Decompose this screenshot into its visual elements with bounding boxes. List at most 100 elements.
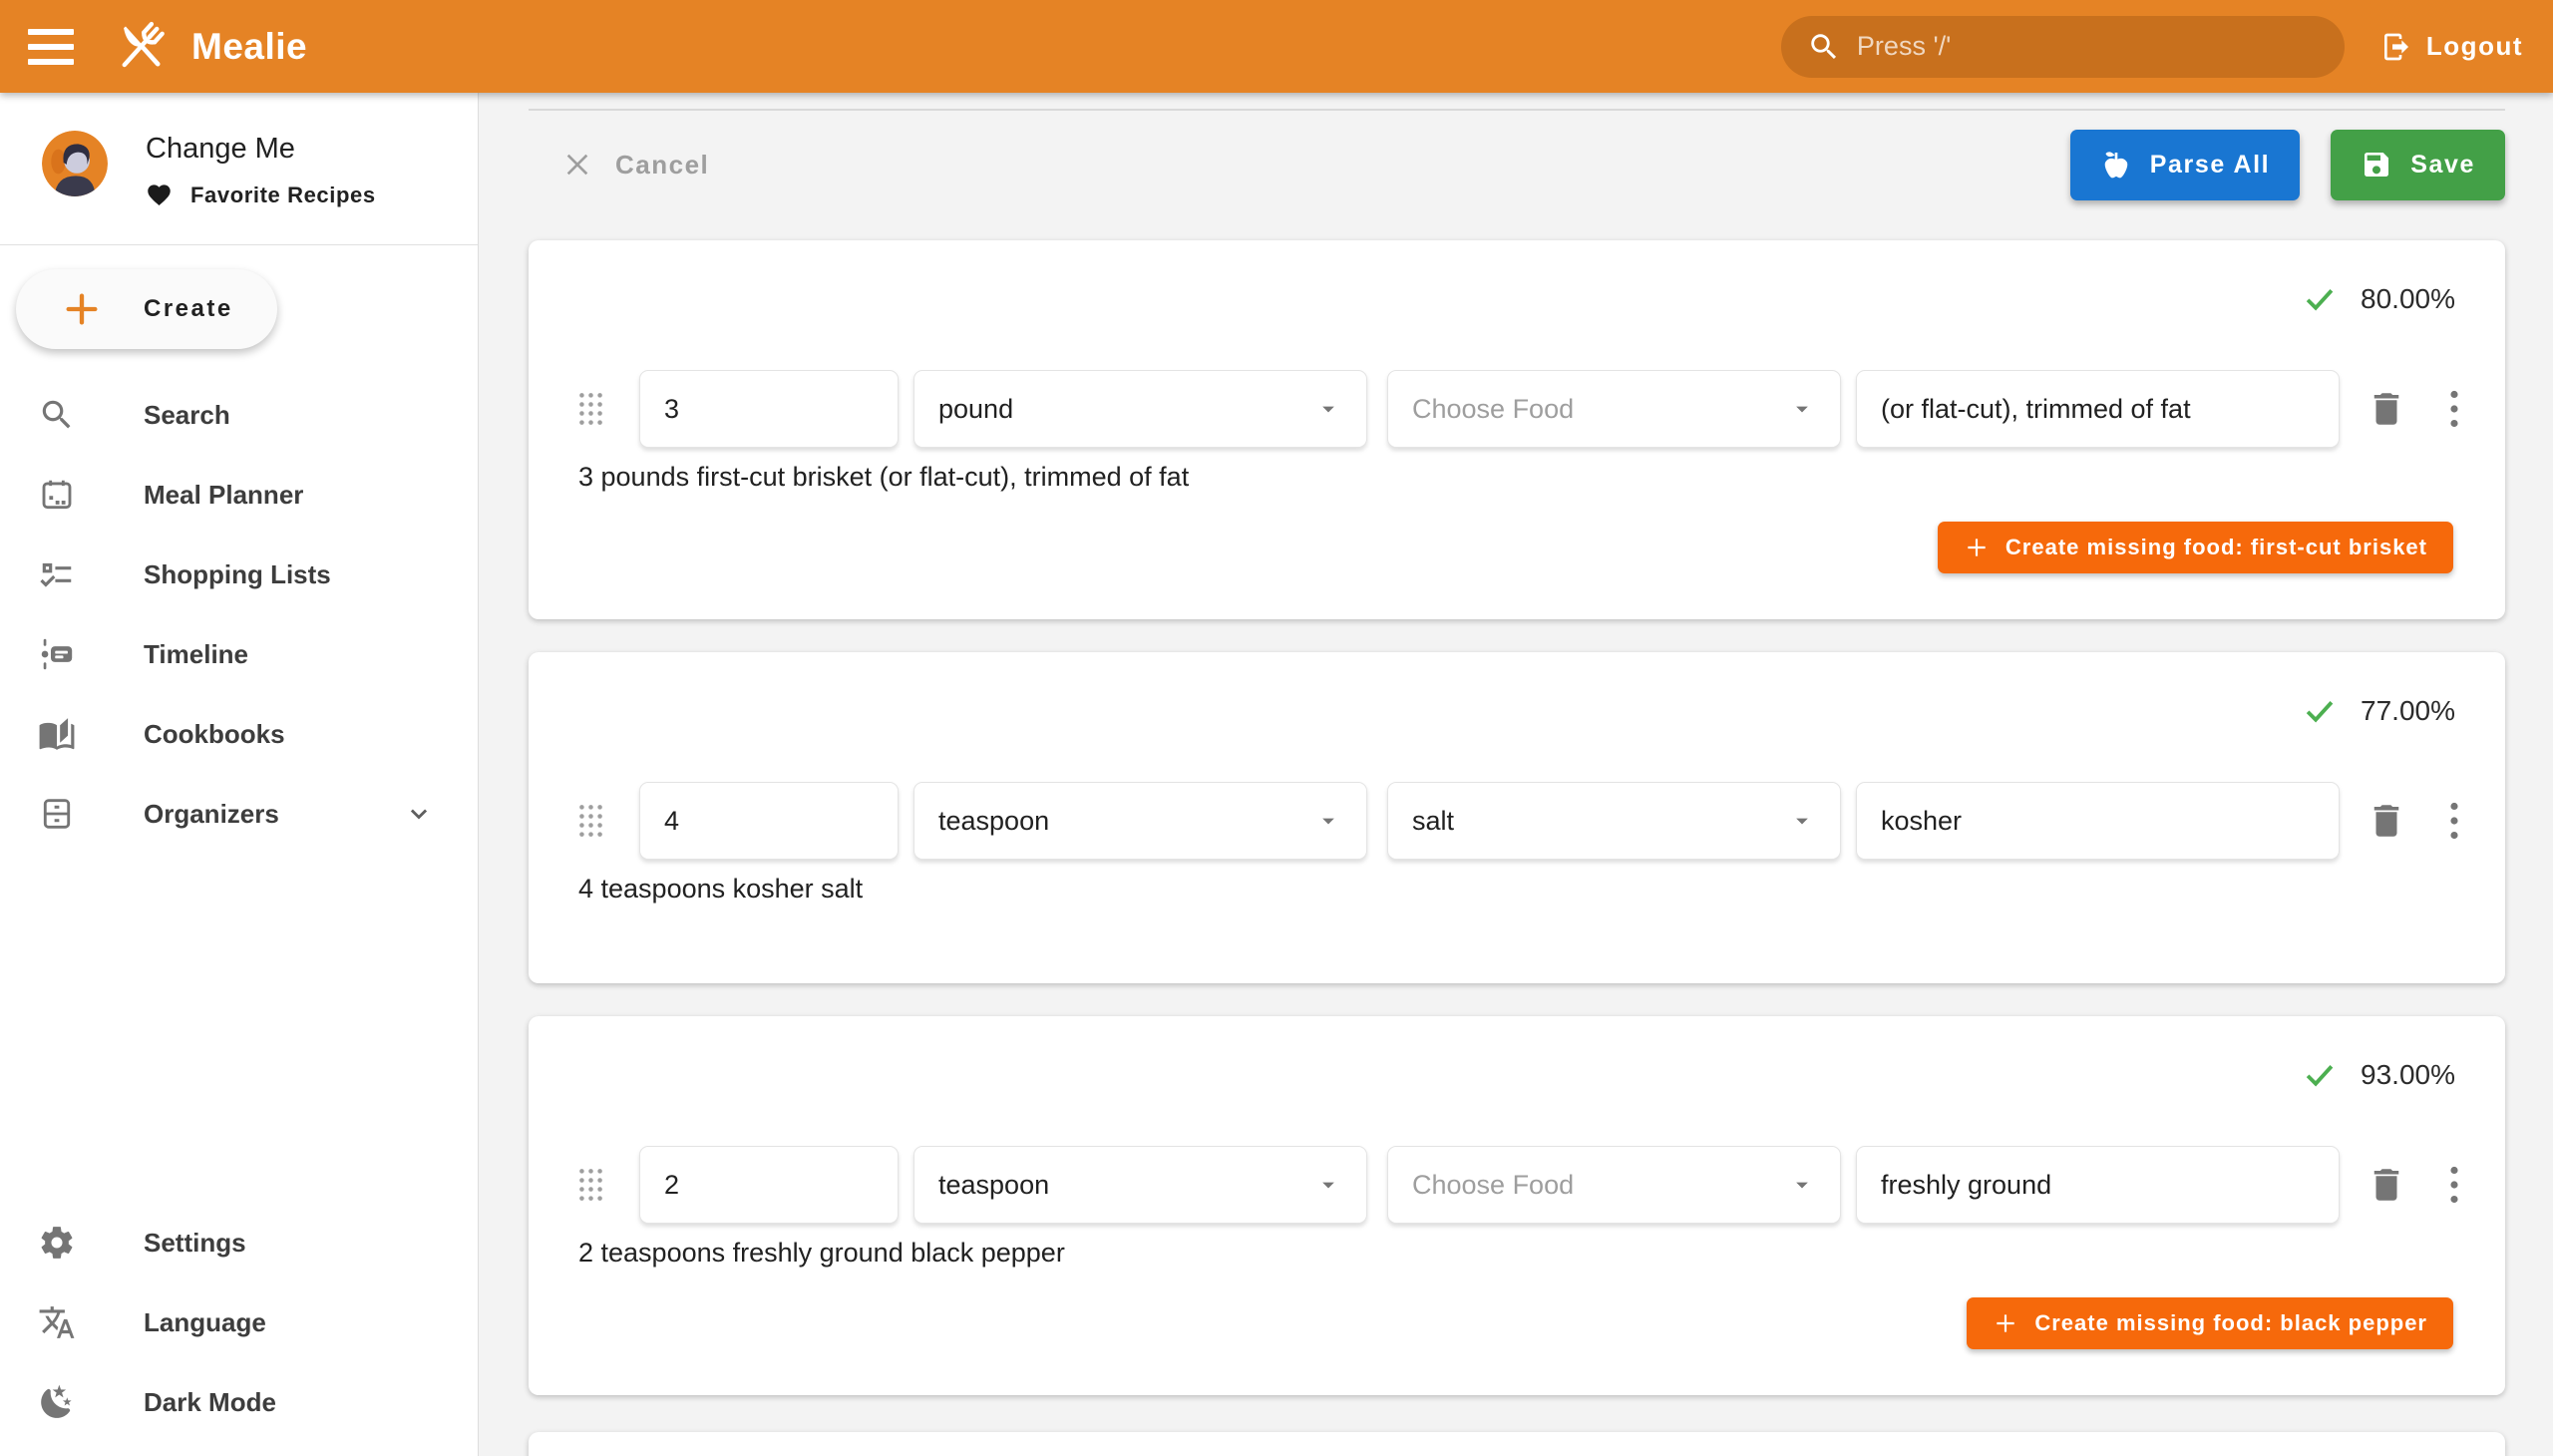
quantity-input[interactable]: 3 [639,370,899,448]
missing-food-row: Create missing food: black pepper [529,1297,2453,1349]
sidebar-footer: Settings Language Dark Mode [0,1203,478,1456]
checklist-icon [38,555,76,593]
ingredient-fields-row: 2 teaspoon Choose Food freshly ground [578,1146,2505,1224]
logout-button[interactable]: Logout [2380,31,2523,63]
original-ingredient-text: 2 teaspoons freshly ground black pepper [578,1238,2505,1272]
plus-icon [1993,1310,2018,1336]
dropdown-caret-icon [1788,395,1816,423]
note-input[interactable]: kosher [1856,782,2340,860]
sidebar-item-meal-planner[interactable]: Meal Planner [0,455,478,535]
ingredient-fields-row: 4 teaspoon salt kosher [578,782,2505,860]
ingredient-card: 77.00% 4 teaspoon salt [529,652,2505,983]
more-options-icon[interactable] [2447,1166,2461,1204]
gear-icon [38,1224,76,1262]
confidence-row: 80.00% [529,240,2505,318]
ingredient-card: 93.00% 2 teaspoon Choose F [529,1016,2505,1395]
confidence-percent: 80.00% [2361,283,2455,315]
sidebar-item-cookbooks[interactable]: Cookbooks [0,694,478,774]
delete-ingredient-icon[interactable] [2366,388,2407,430]
confidence-percent: 77.00% [2361,695,2455,727]
confidence-row: 93.00% [529,1016,2505,1094]
mealie-logo-icon [110,16,172,78]
floppy-save-icon [2361,149,2392,181]
book-open-icon [38,715,76,753]
food-select-value: Choose Food [1412,394,1574,425]
mealie-app: Mealie Press '/' Logout [0,0,2553,1456]
sidebar-item-settings[interactable]: Settings [0,1203,478,1282]
confidence-check-icon [2301,692,2339,730]
main-content: Cancel Parse All Save [479,93,2553,1456]
sidebar-item-language[interactable]: Language [0,1282,478,1362]
drag-handle-icon[interactable] [578,1168,603,1202]
search-icon [1807,30,1841,64]
sidebar-item-search[interactable]: Search [0,375,478,455]
sidebar-nav: Search Meal Planner [0,375,478,854]
more-options-icon[interactable] [2447,802,2461,840]
app-title: Mealie [191,26,307,68]
user-block: Change Me Favorite Recipes [0,93,478,244]
create-button[interactable]: Create [16,269,277,349]
dropdown-caret-icon [1788,1171,1816,1199]
sidebar-divider [0,244,478,245]
drag-handle-icon[interactable] [578,392,603,426]
quantity-input[interactable]: 2 [639,1146,899,1224]
create-missing-food-button[interactable]: Create missing food: black pepper [1967,1297,2453,1349]
unit-select[interactable]: teaspoon [913,1146,1367,1224]
global-search-input[interactable]: Press '/' [1781,16,2345,78]
food-select[interactable]: salt [1387,782,1841,860]
original-ingredient-text: 4 teaspoons kosher salt [578,874,2505,908]
user-name: Change Me [146,133,376,166]
favorite-recipes-link[interactable]: Favorite Recipes [146,182,376,208]
create-missing-food-button[interactable]: Create missing food: first-cut brisket [1938,522,2453,573]
parser-toolbar: Cancel Parse All Save [529,129,2505,200]
plus-icon [1964,535,1990,560]
apple-icon [2100,149,2132,181]
dropdown-caret-icon [1314,395,1342,423]
logout-icon [2380,31,2412,63]
avatar[interactable] [42,131,108,196]
sidebar-item-organizers[interactable]: Organizers [0,774,478,854]
scrolled-card-edge [529,109,2505,111]
sidebar: Change Me Favorite Recipes Create [0,93,479,1456]
confidence-percent: 93.00% [2361,1059,2455,1091]
sidebar-item-shopping-lists[interactable]: Shopping Lists [0,535,478,614]
food-select-value: salt [1412,806,1454,837]
drag-handle-icon[interactable] [578,804,603,838]
dropdown-caret-icon [1314,1171,1342,1199]
ingredient-card-partial [529,1432,2505,1456]
save-button[interactable]: Save [2331,130,2505,200]
cancel-button[interactable]: Cancel [561,149,709,181]
delete-ingredient-icon[interactable] [2366,1164,2407,1206]
search-placeholder: Press '/' [1857,31,1951,62]
original-ingredient-text: 3 pounds first-cut brisket (or flat-cut)… [578,462,2505,496]
moon-stars-icon [38,1383,76,1421]
app-header: Mealie Press '/' Logout [0,0,2553,93]
confidence-check-icon [2301,1056,2339,1094]
unit-select[interactable]: teaspoon [913,782,1367,860]
confidence-row: 77.00% [529,652,2505,730]
file-cabinet-icon [38,795,76,833]
heart-icon [146,182,173,208]
parse-all-button[interactable]: Parse All [2070,130,2300,200]
plus-icon [62,289,102,329]
food-select[interactable]: Choose Food [1387,370,1841,448]
food-select[interactable]: Choose Food [1387,1146,1841,1224]
note-input[interactable]: freshly ground [1856,1146,2340,1224]
note-input[interactable]: (or flat-cut), trimmed of fat [1856,370,2340,448]
dropdown-caret-icon [1788,807,1816,835]
translate-icon [38,1303,76,1341]
missing-food-row: Create missing food: first-cut brisket [529,522,2453,573]
ingredient-fields-row: 3 pound Choose Food (or flat-cut), trimm… [578,370,2505,448]
sidebar-item-timeline[interactable]: Timeline [0,614,478,694]
delete-ingredient-icon[interactable] [2366,800,2407,842]
close-icon [561,149,593,181]
menu-icon[interactable] [28,29,74,65]
unit-select[interactable]: pound [913,370,1367,448]
quantity-input[interactable]: 4 [639,782,899,860]
ingredient-card: 80.00% 3 pound Choose Food [529,240,2505,619]
sidebar-item-dark-mode[interactable]: Dark Mode [0,1362,478,1442]
ingredient-cards: 80.00% 3 pound Choose Food [529,240,2505,1395]
calendar-icon [38,476,76,514]
more-options-icon[interactable] [2447,390,2461,428]
timeline-icon [38,635,76,673]
